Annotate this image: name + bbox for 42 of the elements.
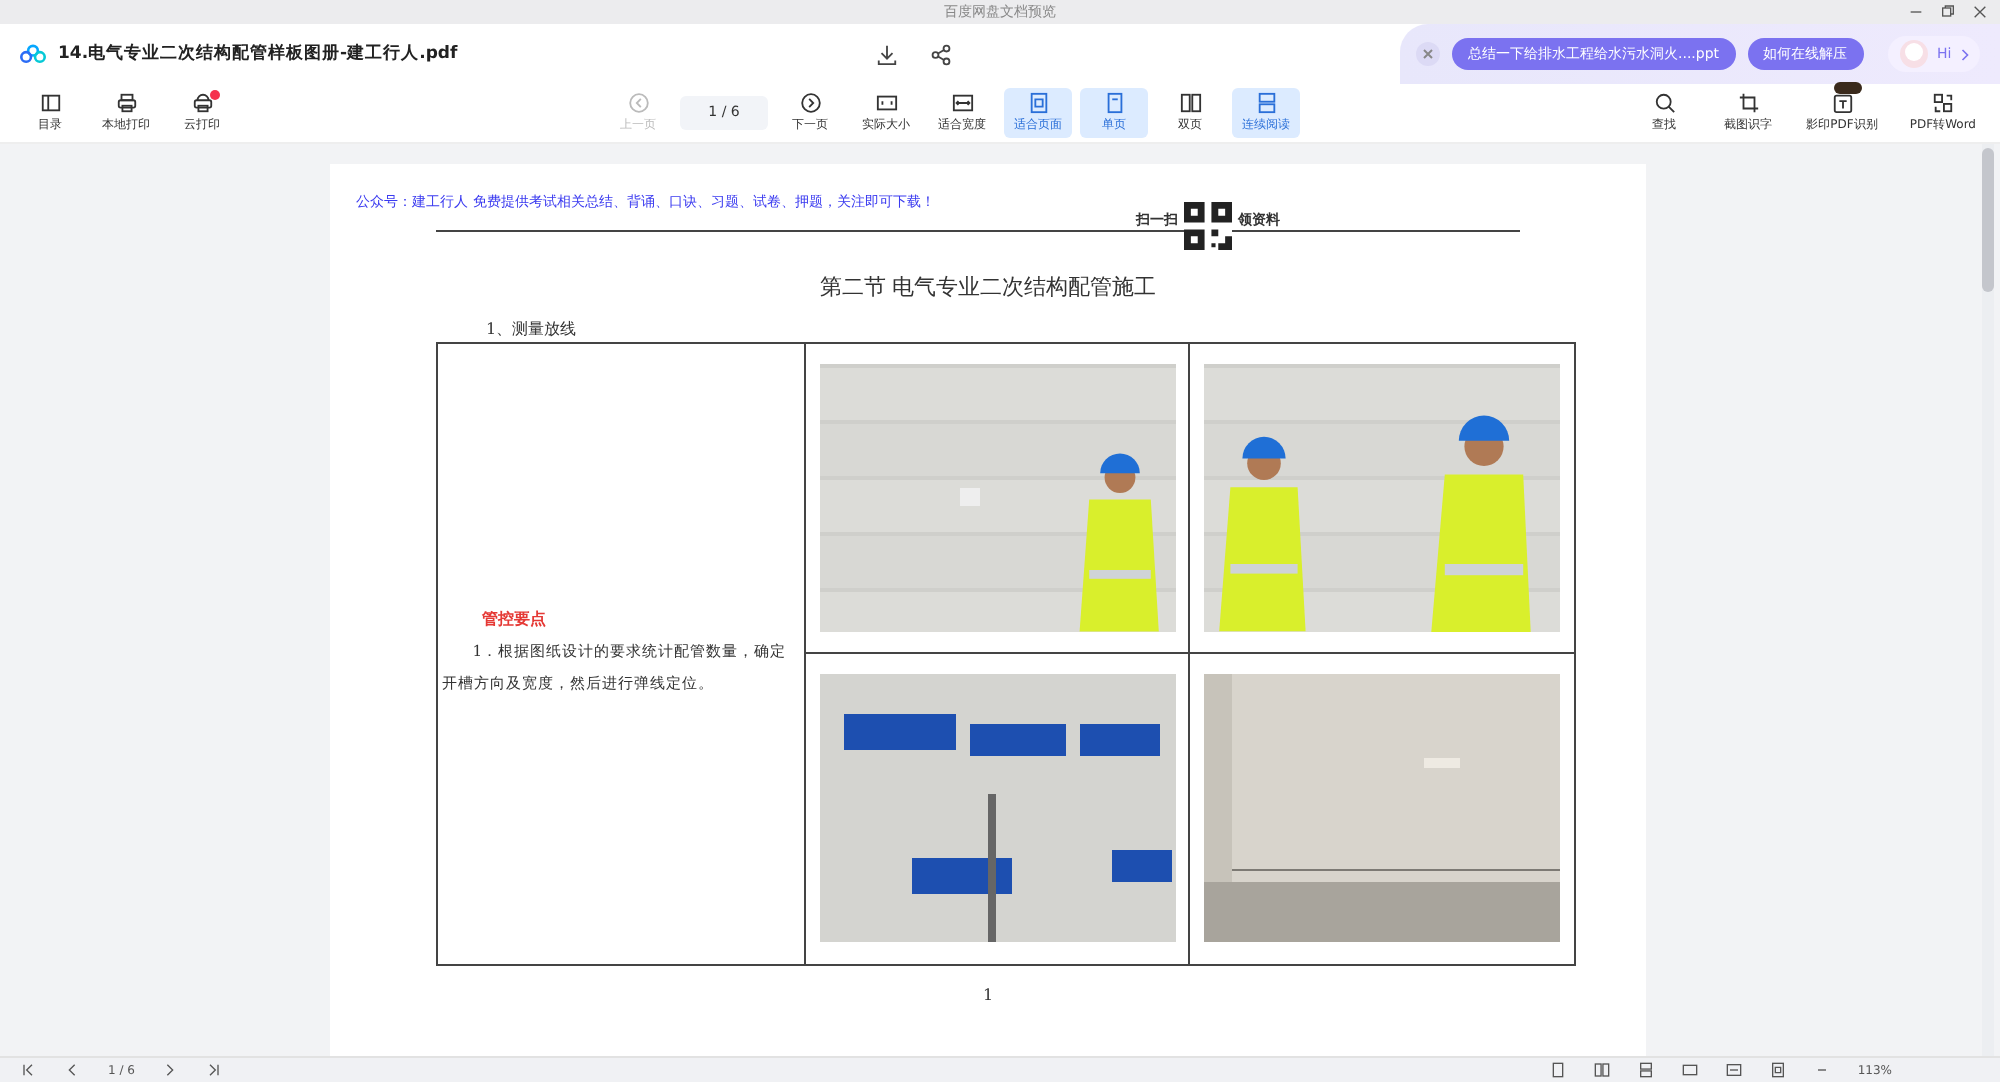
single-page-icon (1103, 92, 1125, 115)
double-page-icon[interactable] (1593, 1062, 1610, 1078)
crop-icon (1737, 92, 1760, 115)
share-icon[interactable] (930, 43, 953, 65)
close-icon[interactable] (1416, 42, 1440, 66)
continuous-icon[interactable] (1637, 1062, 1654, 1078)
continuous-icon (1255, 92, 1277, 115)
cloud-logo-icon (20, 44, 46, 64)
sidebar-icon (39, 92, 61, 115)
last-page-icon[interactable] (206, 1062, 223, 1078)
actual-size-icon[interactable] (1681, 1062, 1698, 1078)
scan-icon (1831, 92, 1854, 115)
single-page-icon[interactable] (1549, 1062, 1566, 1078)
close-icon[interactable] (1972, 4, 1988, 20)
download-icon[interactable] (876, 43, 899, 65)
maximize-icon[interactable] (1940, 4, 1956, 20)
notification-dot (210, 90, 220, 101)
printer-icon (191, 92, 213, 115)
double-page-icon (1179, 92, 1201, 115)
previous-icon[interactable] (64, 1062, 80, 1078)
first-page-icon[interactable] (20, 1062, 36, 1078)
fit-width-icon (951, 92, 973, 115)
previous-icon (627, 92, 649, 115)
next-icon[interactable] (162, 1062, 179, 1078)
avatar-icon (1897, 38, 1930, 70)
printer-icon (115, 92, 137, 115)
fit-page-icon[interactable] (1769, 1062, 1786, 1078)
new-badge (1834, 82, 1863, 95)
key-points-heading: 管控要点 (482, 607, 548, 632)
document-title: 第二节 电气专业二次结构配管施工 (817, 272, 1159, 304)
qr-code (1184, 202, 1232, 250)
fit-page-icon (1027, 92, 1049, 115)
next-icon (799, 92, 821, 115)
actual-size-icon (875, 92, 897, 115)
chevron-icon (1959, 47, 1970, 61)
search-icon (1653, 92, 1676, 115)
step-heading: 1、测量放线 (486, 317, 579, 341)
page-number: 1 (980, 983, 996, 1007)
scrollbar[interactable] (1980, 144, 1996, 1056)
file-name: 14.电气专业二次结构配管样板图册-建工行人.pdf (58, 41, 458, 67)
convert-icon (1931, 92, 1954, 115)
fit-width-icon[interactable] (1725, 1062, 1742, 1078)
